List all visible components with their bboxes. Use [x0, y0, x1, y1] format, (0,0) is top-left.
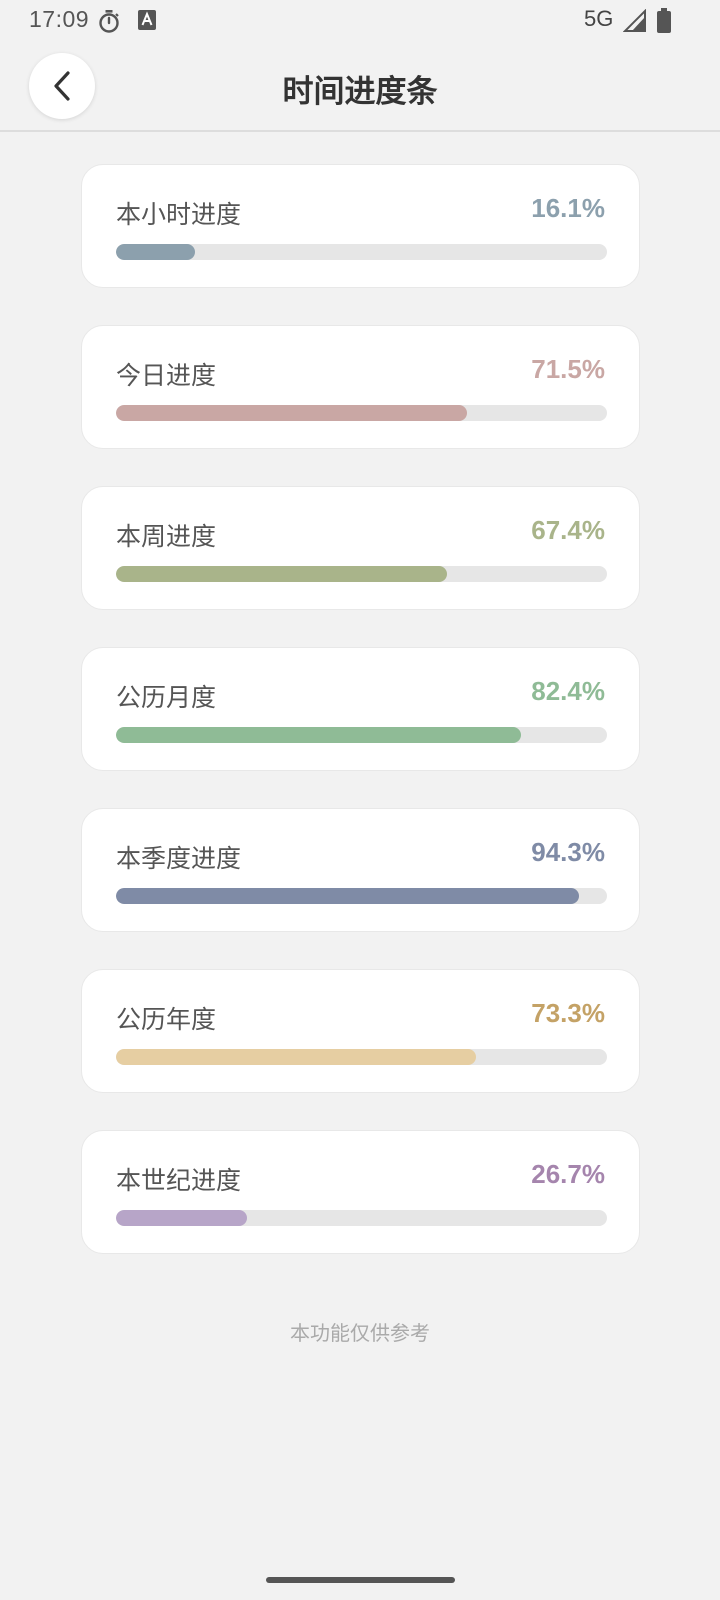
progress-track	[116, 566, 607, 582]
progress-label: 本季度进度	[116, 844, 242, 873]
footer-note: 本功能仅供参考	[290, 1321, 430, 1345]
progress-fill	[116, 1210, 248, 1226]
battery-icon	[656, 8, 672, 38]
progress-fill	[116, 888, 579, 904]
progress-track	[116, 1210, 607, 1226]
progress-percent: 71.5%	[531, 354, 605, 384]
progress-card-year: 公历年度 73.3%	[81, 969, 640, 1093]
page-title: 时间进度条	[282, 74, 438, 110]
network-type: 5G	[584, 6, 614, 31]
home-indicator[interactable]	[266, 1577, 455, 1583]
progress-percent: 82.4%	[531, 676, 605, 706]
stopwatch-icon	[98, 9, 120, 37]
progress-fill	[116, 244, 196, 260]
progress-percent: 67.4%	[531, 515, 605, 545]
progress-label: 今日进度	[116, 361, 217, 390]
progress-label: 公历年度	[116, 1005, 217, 1034]
progress-label: 公历月度	[116, 683, 217, 712]
status-bar: 17:09 5G	[0, 0, 720, 42]
progress-fill	[116, 1049, 476, 1065]
progress-track	[116, 1049, 607, 1065]
progress-fill	[116, 566, 447, 582]
progress-card-day: 今日进度 71.5%	[81, 325, 640, 449]
progress-track	[116, 405, 607, 421]
signal-icon	[622, 8, 647, 37]
progress-card-month: 公历月度 82.4%	[81, 647, 640, 771]
progress-track	[116, 727, 607, 743]
progress-label: 本世纪进度	[116, 1166, 242, 1195]
progress-percent: 26.7%	[531, 1159, 605, 1189]
progress-card-quarter: 本季度进度 94.3%	[81, 808, 640, 932]
progress-track	[116, 888, 607, 904]
progress-percent: 73.3%	[531, 998, 605, 1028]
progress-track	[116, 244, 607, 260]
progress-percent: 16.1%	[531, 193, 605, 223]
progress-card-week: 本周进度 67.4%	[81, 486, 640, 610]
progress-fill	[116, 727, 521, 743]
progress-label: 本小时进度	[116, 200, 242, 229]
status-time: 17:09	[29, 6, 90, 32]
a-icon	[138, 10, 156, 34]
progress-card-hour: 本小时进度 16.1%	[81, 164, 640, 288]
progress-fill	[116, 405, 468, 421]
progress-label: 本周进度	[116, 522, 217, 551]
app-header: 时间进度条	[0, 42, 720, 132]
progress-card-century: 本世纪进度 26.7%	[81, 1130, 640, 1254]
progress-percent: 94.3%	[531, 837, 605, 867]
progress-list: 本小时进度 16.1% 今日进度 71.5% 本周进度 67.4% 公历月度 8…	[81, 164, 640, 1291]
